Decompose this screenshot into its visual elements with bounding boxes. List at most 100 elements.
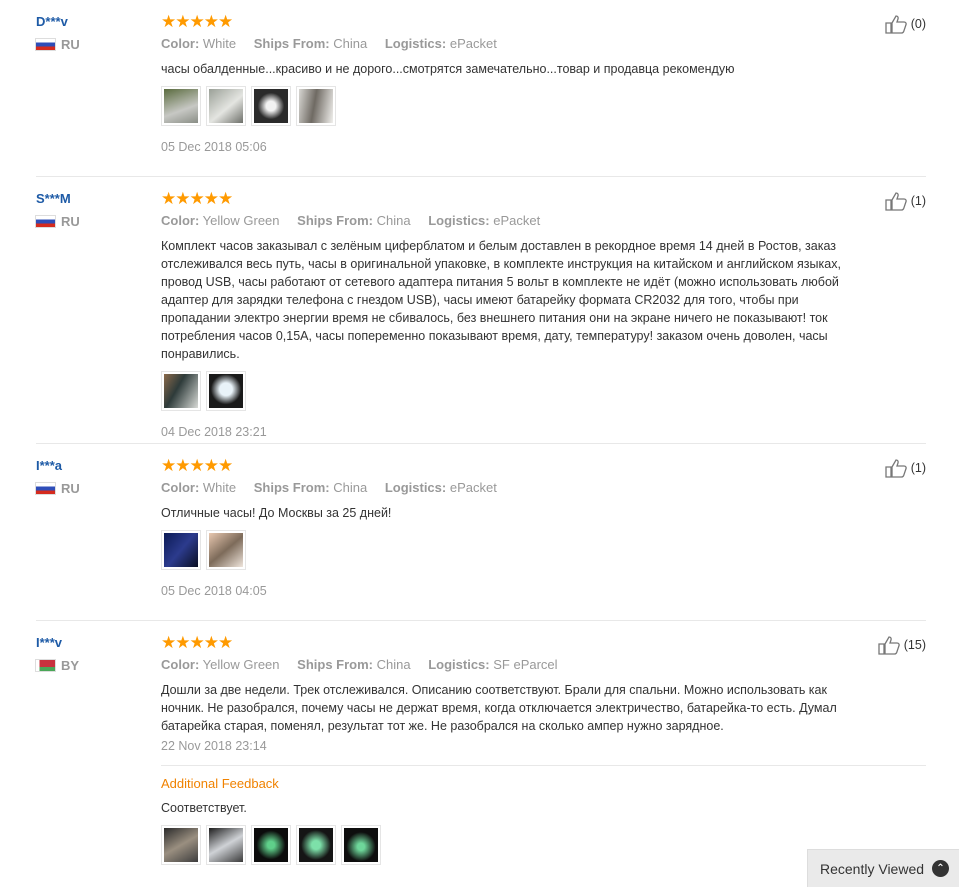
logistics-key: Logistics: bbox=[384, 480, 447, 495]
ships-from-value: China bbox=[376, 213, 411, 228]
reviewer-info: I***a RU bbox=[36, 458, 146, 496]
review-content: ★★★★★ Color: White Ships From: China Log… bbox=[161, 456, 861, 600]
logistics-key: Logistics: bbox=[428, 213, 490, 228]
order-attributes: Color: Yellow Green Ships From: China Lo… bbox=[161, 656, 861, 674]
review-photo-thumbnail[interactable] bbox=[296, 86, 336, 126]
belarus-flag-icon bbox=[36, 660, 55, 671]
color-key: Color: bbox=[161, 657, 200, 672]
review-photos bbox=[161, 530, 861, 570]
review-photo-thumbnail[interactable] bbox=[161, 825, 201, 865]
review-photo-thumbnail[interactable] bbox=[206, 825, 246, 865]
logistics-value: SF eParcel bbox=[493, 657, 558, 672]
review-photo-thumbnail[interactable] bbox=[341, 825, 381, 865]
reviewer-country: RU bbox=[36, 214, 146, 229]
review-content: ★★★★★ Color: Yellow Green Ships From: Ch… bbox=[161, 633, 926, 865]
ships-from-value: China bbox=[333, 36, 368, 51]
review-photo-thumbnail[interactable] bbox=[161, 86, 201, 126]
review-photo-thumbnail[interactable] bbox=[206, 86, 246, 126]
logistics-value: ePacket bbox=[449, 480, 497, 495]
russia-flag-icon bbox=[36, 483, 55, 494]
helpful-button[interactable]: (15) bbox=[878, 635, 926, 655]
reviewer-name[interactable]: D***v bbox=[36, 14, 146, 29]
order-attributes: Color: White Ships From: China Logistics… bbox=[161, 35, 861, 53]
helpful-count: (1) bbox=[910, 461, 926, 475]
reviewer-country: BY bbox=[36, 658, 146, 673]
country-code: BY bbox=[61, 658, 80, 673]
ships-from-key: Ships From: bbox=[297, 657, 373, 672]
reviewer-name[interactable]: I***a bbox=[36, 458, 146, 473]
ships-from-value: China bbox=[376, 657, 411, 672]
chevron-up-icon: ⌃ bbox=[932, 860, 949, 877]
helpful-button[interactable]: (1) bbox=[885, 191, 926, 211]
review-text: Отличные часы! До Москвы за 25 дней! bbox=[161, 506, 392, 520]
review-photos bbox=[161, 86, 861, 126]
star-rating: ★★★★★ bbox=[161, 189, 233, 208]
color-value: White bbox=[202, 480, 237, 495]
ships-from-value: China bbox=[333, 480, 368, 495]
review-photo-thumbnail[interactable] bbox=[251, 825, 291, 865]
reviewer-info: I***v BY bbox=[36, 635, 146, 673]
logistics-key: Logistics: bbox=[428, 657, 490, 672]
review-card: I***v BY ★★★★★ Color: Yellow Green Ships… bbox=[36, 621, 926, 887]
reviewer-info: D***v RU bbox=[36, 14, 146, 52]
review-photos bbox=[161, 371, 861, 411]
russia-flag-icon bbox=[36, 39, 55, 50]
review-photo-thumbnail[interactable] bbox=[161, 530, 201, 570]
thumbs-up-icon bbox=[885, 459, 907, 478]
review-photo-thumbnail[interactable] bbox=[296, 825, 336, 865]
review-photo-thumbnail[interactable] bbox=[206, 371, 246, 411]
color-key: Color: bbox=[161, 213, 200, 228]
color-key: Color: bbox=[161, 36, 200, 51]
review-card: S***M RU ★★★★★ Color: Yellow Green Ships… bbox=[36, 177, 926, 444]
review-photos bbox=[161, 825, 861, 865]
thumbs-up-icon bbox=[885, 15, 907, 34]
star-rating: ★★★★★ bbox=[161, 12, 233, 31]
reviewer-name[interactable]: I***v bbox=[36, 635, 146, 650]
review-content: ★★★★★ Color: Yellow Green Ships From: Ch… bbox=[161, 189, 861, 441]
helpful-button[interactable]: (0) bbox=[885, 14, 926, 34]
color-value: Yellow Green bbox=[202, 213, 280, 228]
review-card: D***v RU ★★★★★ Color: White Ships From: … bbox=[36, 0, 926, 177]
color-value: Yellow Green bbox=[202, 657, 280, 672]
recently-viewed-button[interactable]: Recently Viewed ⌃ bbox=[807, 849, 959, 887]
logistics-key: Logistics: bbox=[384, 36, 447, 51]
country-code: RU bbox=[61, 37, 80, 52]
review-date: 04 Dec 2018 23:21 bbox=[161, 425, 267, 439]
order-attributes: Color: White Ships From: China Logistics… bbox=[161, 479, 861, 497]
reviewer-info: S***M RU bbox=[36, 191, 146, 229]
helpful-button[interactable]: (1) bbox=[885, 458, 926, 478]
reviewer-country: RU bbox=[36, 37, 146, 52]
additional-feedback-title: Additional Feedback bbox=[161, 776, 279, 791]
review-photo-thumbnail[interactable] bbox=[206, 530, 246, 570]
review-text: Комплект часов заказывал с зелёным цифер… bbox=[161, 239, 841, 361]
country-code: RU bbox=[61, 481, 80, 496]
review-photo-thumbnail[interactable] bbox=[161, 371, 201, 411]
recently-viewed-label: Recently Viewed bbox=[820, 860, 925, 877]
review-date: 05 Dec 2018 05:06 bbox=[161, 140, 267, 154]
russia-flag-icon bbox=[36, 216, 55, 227]
logistics-value: ePacket bbox=[449, 36, 497, 51]
country-code: RU bbox=[61, 214, 80, 229]
ships-from-key: Ships From: bbox=[297, 213, 373, 228]
review-card: I***a RU ★★★★★ Color: White Ships From: … bbox=[36, 444, 926, 621]
color-key: Color: bbox=[161, 480, 200, 495]
logistics-value: ePacket bbox=[493, 213, 541, 228]
color-value: White bbox=[202, 36, 237, 51]
reviewer-name[interactable]: S***M bbox=[36, 191, 146, 206]
helpful-count: (15) bbox=[903, 638, 926, 652]
ships-from-key: Ships From: bbox=[253, 480, 330, 495]
review-text: Дошли за две недели. Трек отслеживался. … bbox=[161, 683, 837, 733]
order-attributes: Color: Yellow Green Ships From: China Lo… bbox=[161, 212, 861, 230]
thumbs-up-icon bbox=[878, 636, 900, 655]
review-content: ★★★★★ Color: White Ships From: China Log… bbox=[161, 12, 861, 156]
reviewer-country: RU bbox=[36, 481, 146, 496]
thumbs-up-icon bbox=[885, 192, 907, 211]
helpful-count: (0) bbox=[910, 17, 926, 31]
additional-feedback-divider bbox=[161, 765, 926, 766]
star-rating: ★★★★★ bbox=[161, 633, 233, 652]
review-text: часы обалденные...красиво и не дорого...… bbox=[161, 62, 735, 76]
review-photo-thumbnail[interactable] bbox=[251, 86, 291, 126]
review-date: 05 Dec 2018 04:05 bbox=[161, 584, 267, 598]
ships-from-key: Ships From: bbox=[253, 36, 330, 51]
additional-feedback-text: Соответствует. bbox=[161, 801, 247, 815]
